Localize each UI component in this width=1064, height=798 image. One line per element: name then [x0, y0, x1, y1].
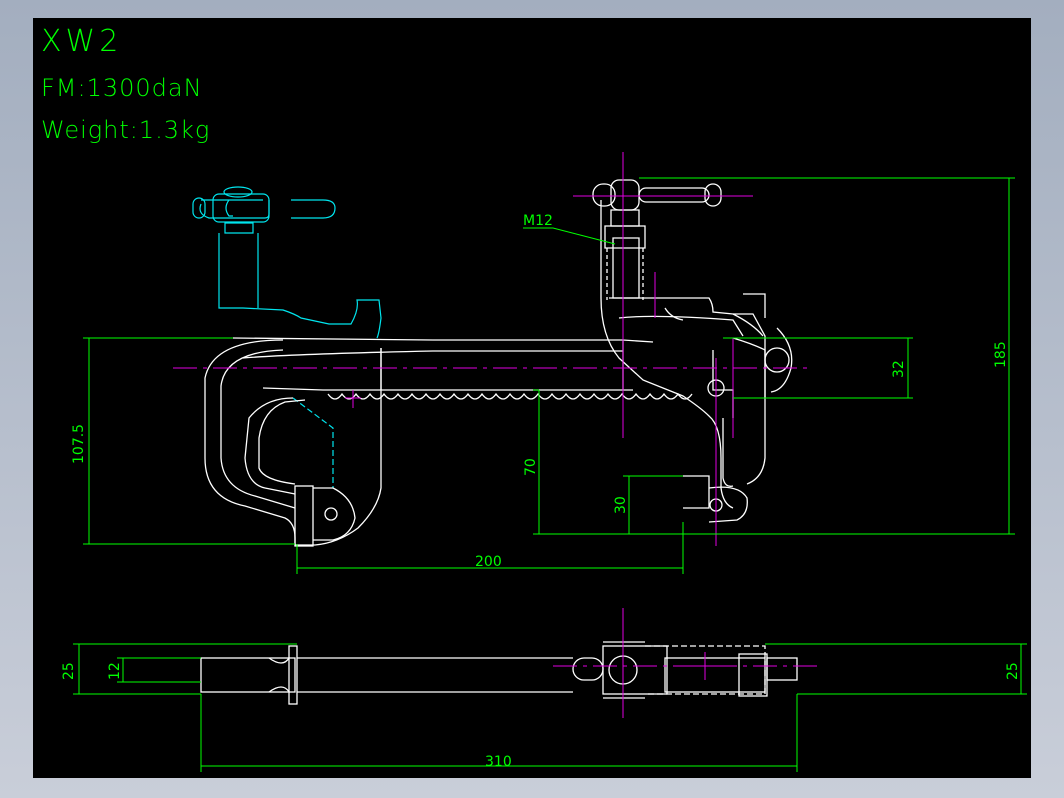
dim-107-5: 107.5 — [71, 424, 87, 464]
centerlines-top-view — [553, 608, 823, 718]
dimensions-top-view: 25 12 25 310 — [61, 643, 1027, 772]
drawing-canvas: XW2 FM:1300daN Weight:1.3kg 185 32 107.5… — [33, 18, 1031, 778]
dim-310: 310 — [485, 754, 512, 770]
clamp-top-view — [200, 641, 798, 705]
dim-70: 70 — [523, 458, 539, 476]
dim-185: 185 — [993, 341, 1009, 368]
dim-25-right: 25 — [1005, 662, 1021, 680]
dim-30: 30 — [613, 496, 629, 514]
clamp-side-view — [204, 179, 793, 547]
dimensions-side-view: 185 32 107.5 70 30 200 M12 — [71, 177, 1015, 574]
dim-200: 200 — [475, 554, 502, 570]
dim-12: 12 — [107, 662, 123, 680]
dim-25-left: 25 — [61, 662, 77, 680]
thread-label-m12: M12 — [523, 213, 553, 229]
clamp-technical-drawing: 185 32 107.5 70 30 200 M12 25 12 25 310 — [61, 152, 1027, 772]
dim-32: 32 — [891, 360, 907, 378]
